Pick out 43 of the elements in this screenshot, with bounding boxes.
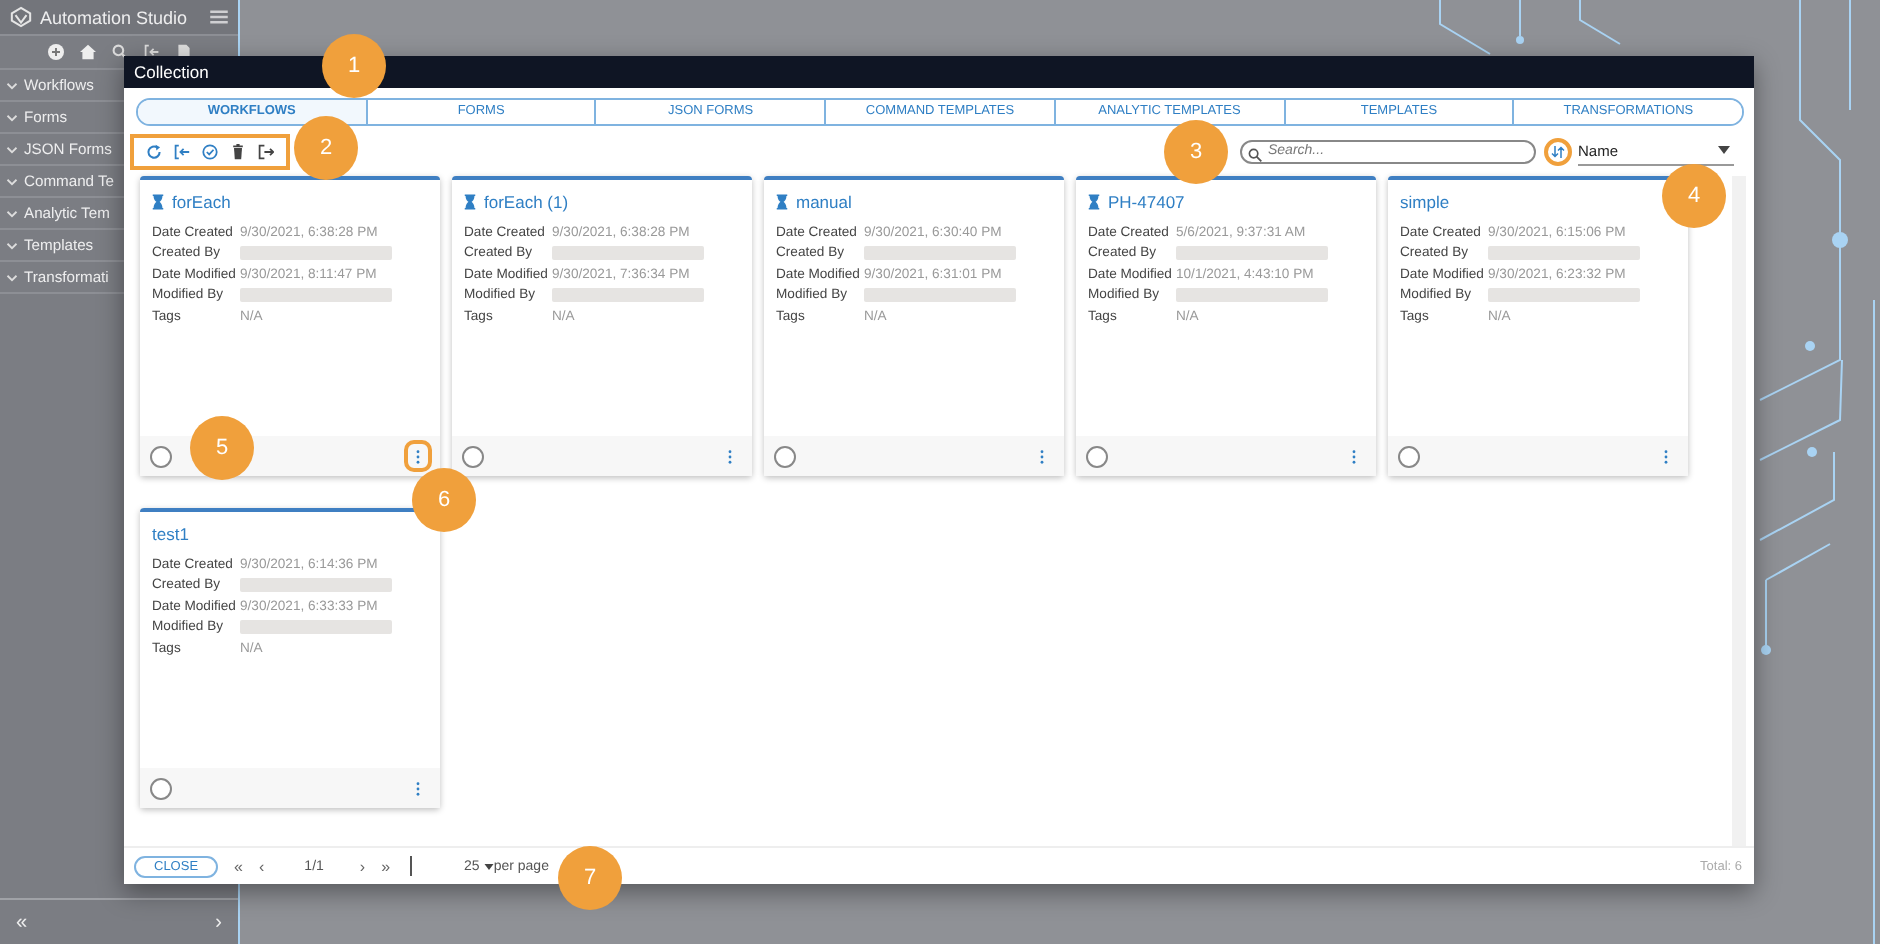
select-radio[interactable] [150, 445, 172, 467]
app-title: Automation Studio [40, 7, 190, 27]
card-title[interactable]: manual [796, 192, 852, 212]
chevron-icon [6, 273, 18, 281]
card-title[interactable]: forEach [172, 192, 231, 212]
chevron-icon [6, 241, 18, 249]
sort-icon [1550, 145, 1566, 157]
caret-icon [1718, 146, 1730, 154]
callout-marker: 1 [322, 34, 386, 98]
select-radio[interactable] [774, 445, 796, 467]
select-radio[interactable] [1086, 445, 1108, 467]
export-icon[interactable] [258, 143, 274, 159]
chevron-icon [6, 113, 18, 121]
caret-icon [483, 863, 494, 869]
select-radio[interactable] [462, 445, 484, 467]
card-title[interactable]: test1 [152, 524, 189, 544]
check-circle-icon[interactable] [202, 143, 218, 159]
logo-icon [10, 6, 32, 28]
chevron-icon [6, 177, 18, 185]
select-radio[interactable] [1398, 445, 1420, 467]
menu-icon[interactable] [210, 10, 228, 24]
previous-page-button[interactable]: ‹ [259, 857, 265, 875]
import-icon[interactable] [174, 143, 190, 159]
chevron-icon [6, 209, 18, 217]
next-page-button[interactable]: › [359, 857, 366, 875]
login-icon[interactable] [143, 44, 159, 60]
card-title[interactable]: simple [1400, 192, 1450, 212]
refresh-icon[interactable] [146, 143, 162, 159]
card-title[interactable]: PH-47407 [1108, 192, 1185, 212]
first-page-button[interactable]: « [234, 857, 243, 875]
callout-marker: 7 [558, 846, 622, 910]
expand-button[interactable]: › [215, 911, 222, 933]
last-page-button[interactable]: » [381, 857, 391, 875]
add-icon[interactable] [47, 44, 63, 60]
sort-order-button[interactable] [1544, 137, 1572, 165]
home-icon[interactable] [79, 44, 95, 60]
select-radio[interactable] [150, 777, 172, 799]
search-icon [1248, 147, 1262, 161]
chevron-icon [6, 145, 18, 153]
collapse-button[interactable]: « [16, 911, 28, 933]
chevron-icon [6, 81, 18, 89]
card-title[interactable]: forEach (1) [484, 192, 569, 212]
trash-icon[interactable] [230, 143, 246, 159]
